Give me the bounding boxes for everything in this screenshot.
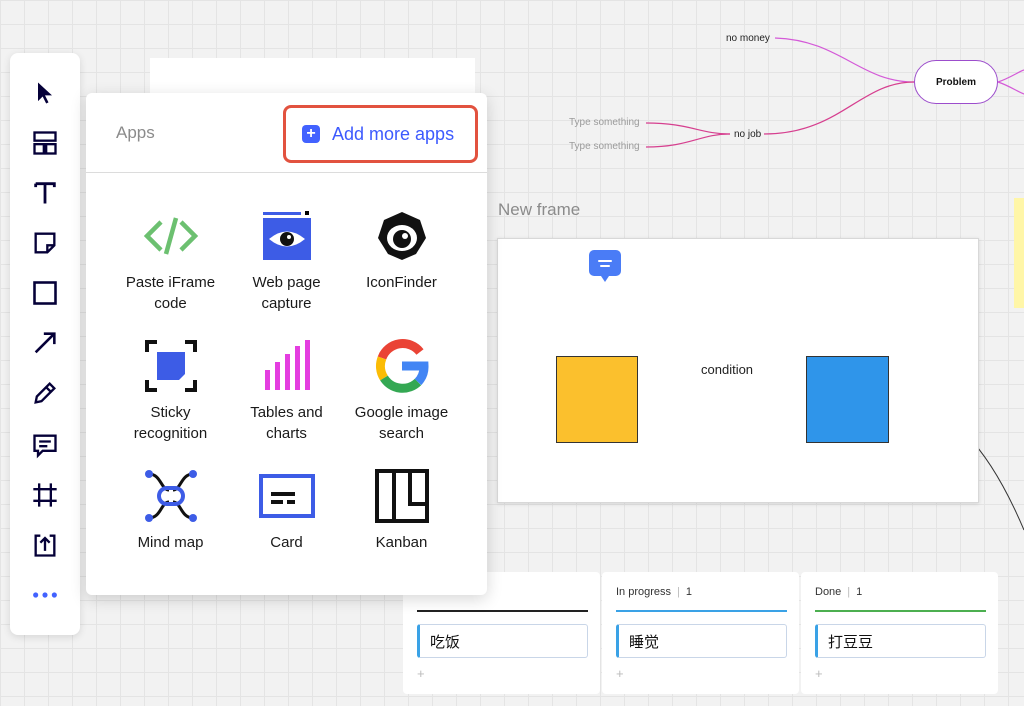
app-label: Web page capture [252, 274, 321, 312]
app-tables-and-charts[interactable]: Tables and charts [229, 338, 344, 458]
mindmap-root-node[interactable]: Problem [914, 60, 998, 104]
kanban-add-button[interactable]: + [616, 666, 624, 681]
kanban-column-count: 1 [856, 586, 863, 598]
app-mind-map[interactable]: Mind map [113, 468, 228, 588]
app-label: Mind map [137, 534, 204, 551]
square-icon [33, 281, 57, 305]
kanban-add-button[interactable]: + [417, 666, 425, 681]
kanban-column-title: Done [815, 586, 842, 598]
separator: | [847, 586, 851, 598]
app-label: Tables and charts [250, 404, 323, 442]
branch-no-money[interactable]: no money [726, 33, 770, 44]
kanban-column[interactable]: Done | 1 打豆豆 + [801, 572, 998, 694]
kanban-column-title: In progress [616, 586, 672, 598]
separator: | [677, 586, 680, 598]
app-web-page-capture[interactable]: Web page capture [229, 208, 344, 328]
eye-capture-icon [259, 208, 315, 264]
connector-label[interactable]: condition [699, 362, 756, 377]
add-more-apps-button[interactable]: + Add more apps [283, 105, 478, 163]
iconfinder-icon [374, 208, 430, 264]
google-icon [374, 338, 430, 394]
templates-tool[interactable] [27, 125, 63, 161]
select-tool[interactable] [27, 75, 63, 111]
add-more-apps-label: Add more apps [332, 123, 455, 144]
app-label: Paste iFrame code [125, 274, 216, 312]
yellow-square-shape[interactable] [556, 356, 638, 443]
sticky-note-tool[interactable] [27, 225, 63, 261]
pen-icon [34, 382, 56, 404]
arrow-icon [34, 332, 56, 354]
left-toolbar [10, 53, 80, 635]
app-card[interactable]: Card [229, 468, 344, 588]
kanban-column-divider [616, 610, 787, 612]
bar-chart-icon [259, 338, 315, 394]
blue-square-shape[interactable] [806, 356, 889, 443]
kanban-card[interactable]: 吃饭 [417, 624, 588, 658]
layout-icon [33, 131, 57, 155]
kanban-icon [374, 468, 430, 524]
app-sticky-recognition[interactable]: Sticky recognition [113, 338, 228, 458]
text-tool[interactable] [27, 175, 63, 211]
upload-icon [34, 534, 56, 557]
upload-tool[interactable] [27, 527, 63, 563]
frame-title[interactable]: New frame [498, 200, 580, 220]
plus-icon: + [302, 125, 320, 143]
sticky-note-edge[interactable] [1014, 198, 1024, 308]
more-icon [33, 592, 57, 598]
app-label: IconFinder [366, 274, 437, 291]
kanban-card[interactable]: 睡觉 [616, 624, 787, 658]
frame-tool[interactable] [27, 477, 63, 513]
kanban-add-button[interactable]: + [815, 666, 823, 681]
frame-icon [33, 483, 57, 507]
sticky-recognition-icon [143, 338, 199, 394]
app-label: Card [270, 534, 303, 551]
more-tools[interactable] [27, 577, 63, 613]
mindmap-placeholder[interactable]: Type something [569, 117, 640, 128]
apps-panel: Apps + Add more apps Paste iFrame code W… [86, 93, 487, 595]
code-icon [143, 208, 199, 264]
card-icon [258, 468, 315, 524]
branch-no-job[interactable]: no job [734, 129, 761, 140]
mindmap-placeholder[interactable]: Type something [569, 141, 640, 152]
app-label: Sticky recognition [133, 404, 208, 442]
kanban-column-divider [815, 610, 986, 612]
kanban-card[interactable]: 打豆豆 [815, 624, 986, 658]
connection-line-tool[interactable] [27, 325, 63, 361]
pen-tool[interactable] [27, 375, 63, 411]
mind-map-icon [143, 468, 199, 524]
sticky-note-icon [34, 232, 56, 254]
app-label: Google image search [354, 404, 449, 442]
text-icon [34, 182, 56, 204]
app-paste-iframe[interactable]: Paste iFrame code [113, 208, 228, 328]
comment-tool[interactable] [27, 427, 63, 463]
app-iconfinder[interactable]: IconFinder [344, 208, 459, 328]
app-kanban[interactable]: Kanban [344, 468, 459, 588]
kanban-column[interactable]: In progress | 1 睡觉 + [602, 572, 799, 694]
apps-panel-header: Apps + Add more apps [86, 93, 487, 173]
shape-tool[interactable] [27, 275, 63, 311]
app-label: Kanban [375, 534, 428, 551]
comment-icon[interactable] [589, 250, 621, 282]
kanban-column-count: 1 [685, 586, 693, 598]
apps-panel-title: Apps [116, 123, 155, 142]
comment-icon [33, 434, 57, 459]
app-google-image-search[interactable]: Google image search [344, 338, 459, 458]
kanban-column-divider [417, 610, 588, 612]
cursor-icon [38, 82, 52, 104]
background-card [150, 58, 475, 98]
